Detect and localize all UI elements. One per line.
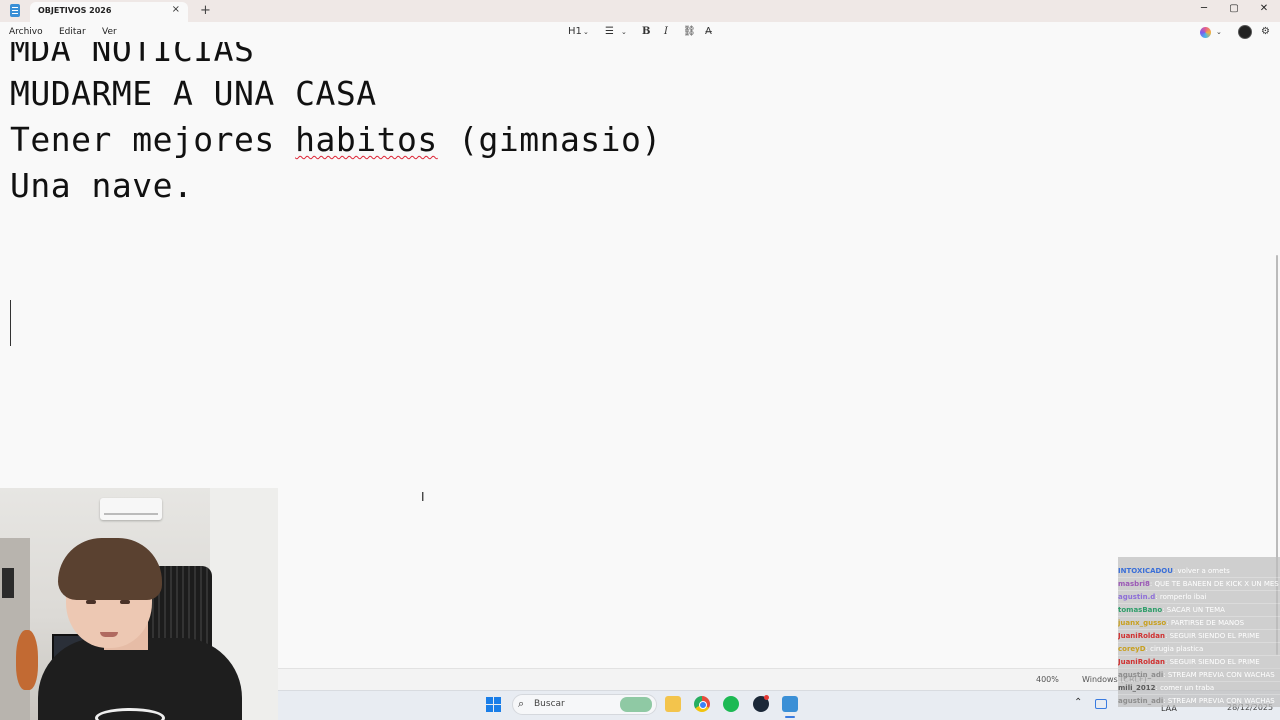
chat-message: mili_2012: comer un traba bbox=[1118, 682, 1280, 695]
zoom-level[interactable]: 400% bbox=[1036, 675, 1059, 684]
webcam-person-mouth bbox=[100, 632, 118, 637]
gear-icon[interactable]: ⚙ bbox=[1261, 26, 1270, 37]
search-highlight-icon bbox=[620, 697, 652, 712]
chat-text: : volver a omets bbox=[1172, 567, 1230, 575]
account-avatar-icon[interactable] bbox=[1238, 25, 1252, 39]
tray-chevron-up-icon[interactable]: ⌃ bbox=[1074, 697, 1082, 708]
title-bar: OBJETIVOS 2026 × + ─ ▢ ✕ bbox=[0, 0, 1280, 22]
webcam-person-eye bbox=[86, 600, 96, 604]
tab-title: OBJETIVOS 2026 bbox=[38, 6, 112, 15]
document-line: Una nave. bbox=[10, 166, 194, 205]
link-icon[interactable]: ⛓ bbox=[683, 26, 696, 37]
heading-dropdown[interactable]: H1 bbox=[568, 26, 582, 37]
copilot-icon[interactable] bbox=[1200, 27, 1211, 38]
document-line: MUDARME A UNA CASA bbox=[10, 74, 377, 113]
new-tab-button[interactable]: + bbox=[200, 3, 211, 18]
chat-message: tomasBano: SACAR UN TEMA bbox=[1118, 604, 1280, 617]
chat-text: : SEGUIR SIENDO EL PRIME bbox=[1165, 632, 1260, 640]
notification-dot-icon bbox=[764, 695, 769, 700]
chat-username: tomasBano bbox=[1118, 606, 1163, 614]
chat-message: agustin_adi: STREAM PREVIA CON WACHAS bbox=[1118, 695, 1280, 707]
chat-username: agustin.d bbox=[1118, 593, 1156, 601]
document-text: (gimnasio) bbox=[437, 120, 662, 159]
chat-message: INTOXICADOU: volver a omets bbox=[1118, 565, 1280, 578]
chat-message: JuaniRoldan: SEGUIR SIENDO EL PRIME bbox=[1118, 630, 1280, 643]
chat-text: : STREAM PREVIA CON WACHAS bbox=[1163, 671, 1275, 679]
chat-text: : SEGUIR SIENDO EL PRIME bbox=[1165, 658, 1260, 666]
chat-message: juanx_gusso: PARTIRSE DE MANOS bbox=[1118, 617, 1280, 630]
text-caret bbox=[10, 300, 11, 346]
chat-text: : cirugia plastica bbox=[1145, 645, 1204, 653]
chevron-down-icon[interactable]: ⌄ bbox=[583, 28, 589, 36]
chat-message: agustin.d: romperlo ibai bbox=[1118, 591, 1280, 604]
chat-message: coreyD: cirugia plastica bbox=[1118, 643, 1280, 656]
document-line: MDA NOTICIAS bbox=[10, 42, 255, 69]
notepad-taskbar-icon[interactable] bbox=[782, 696, 798, 712]
chevron-down-icon[interactable]: ⌄ bbox=[621, 28, 627, 36]
notepad-app-icon bbox=[10, 4, 20, 17]
menu-bar: Archivo Editar Ver H1 ⌄ ☰ ⌄ B I ⛓ A̶ ⌄ ⚙ bbox=[0, 22, 1280, 42]
webcam-poster bbox=[2, 568, 14, 598]
chevron-down-icon[interactable]: ⌄ bbox=[1216, 28, 1222, 36]
chat-username: coreyD bbox=[1118, 645, 1146, 653]
stream-chat-overlay: INTOXICADOU: volver a omets masbri8: QUE … bbox=[1118, 557, 1280, 707]
chat-text: : PARTIRSE DE MANOS bbox=[1166, 619, 1245, 627]
chat-message: masbri8: QUE TE BANEEN DE KICK X UN MES bbox=[1118, 578, 1280, 591]
clear-format-icon[interactable]: A̶ bbox=[705, 26, 712, 37]
chrome-icon[interactable] bbox=[694, 696, 710, 712]
spotify-icon[interactable] bbox=[723, 696, 739, 712]
italic-button[interactable]: I bbox=[664, 26, 668, 37]
webcam-guitar bbox=[16, 630, 38, 690]
bold-button[interactable]: B bbox=[642, 26, 650, 37]
search-icon: ⌕ bbox=[518, 697, 525, 710]
chat-message: JuaniRoldan: SEGUIR SIENDO EL PRIME bbox=[1118, 656, 1280, 669]
webcam-overlay bbox=[0, 488, 278, 720]
windows-start-icon[interactable] bbox=[486, 697, 501, 712]
chat-username: agustin_adi bbox=[1118, 671, 1164, 679]
active-app-indicator bbox=[785, 716, 795, 718]
spelling-error-word[interactable]: habitos bbox=[295, 120, 438, 159]
tab-objetivos[interactable]: OBJETIVOS 2026 × bbox=[30, 2, 188, 22]
chat-username: juanx_gusso bbox=[1118, 619, 1167, 627]
tab-close-icon[interactable]: × bbox=[172, 4, 180, 15]
chat-text: : SACAR UN TEMA bbox=[1162, 606, 1225, 614]
chat-message: agustin_adi: STREAM PREVIA CON WACHAS bbox=[1118, 669, 1280, 682]
webcam-person-hair bbox=[58, 538, 162, 600]
chat-username: agustin_adi bbox=[1118, 697, 1164, 705]
maximize-button[interactable]: ▢ bbox=[1224, 3, 1244, 14]
chat-text: : romperlo ibai bbox=[1155, 593, 1207, 601]
document-line: Tener mejores habitos (gimnasio) bbox=[10, 120, 662, 159]
mouse-ibeam-cursor-icon: I bbox=[421, 490, 425, 504]
chat-text: : QUE TE BANEEN DE KICK X UN MES bbox=[1149, 580, 1279, 588]
menu-editar[interactable]: Editar bbox=[59, 27, 86, 37]
chat-username: JuaniRoldan bbox=[1118, 632, 1166, 640]
chat-username: JuaniRoldan bbox=[1118, 658, 1166, 666]
webcam-person-eye bbox=[120, 600, 130, 604]
taskbar-search-placeholder: Buscar bbox=[534, 699, 565, 709]
document-text: Tener mejores bbox=[10, 120, 296, 159]
list-icon[interactable]: ☰ bbox=[605, 26, 614, 37]
chat-text: : STREAM PREVIA CON WACHAS bbox=[1163, 697, 1275, 705]
close-button[interactable]: ✕ bbox=[1254, 3, 1274, 14]
menu-ver[interactable]: Ver bbox=[102, 27, 117, 37]
chat-username: mili_2012 bbox=[1118, 684, 1156, 692]
menu-archivo[interactable]: Archivo bbox=[9, 27, 43, 37]
minimize-button[interactable]: ─ bbox=[1194, 3, 1214, 14]
chat-username: INTOXICADOU bbox=[1118, 567, 1173, 575]
chat-username: masbri8 bbox=[1118, 580, 1150, 588]
webcam-air-conditioner bbox=[100, 498, 162, 520]
webcam-door bbox=[0, 538, 30, 720]
file-explorer-icon[interactable] bbox=[665, 696, 681, 712]
tray-app-icon[interactable] bbox=[1095, 699, 1107, 709]
chat-text: : comer un traba bbox=[1155, 684, 1215, 692]
